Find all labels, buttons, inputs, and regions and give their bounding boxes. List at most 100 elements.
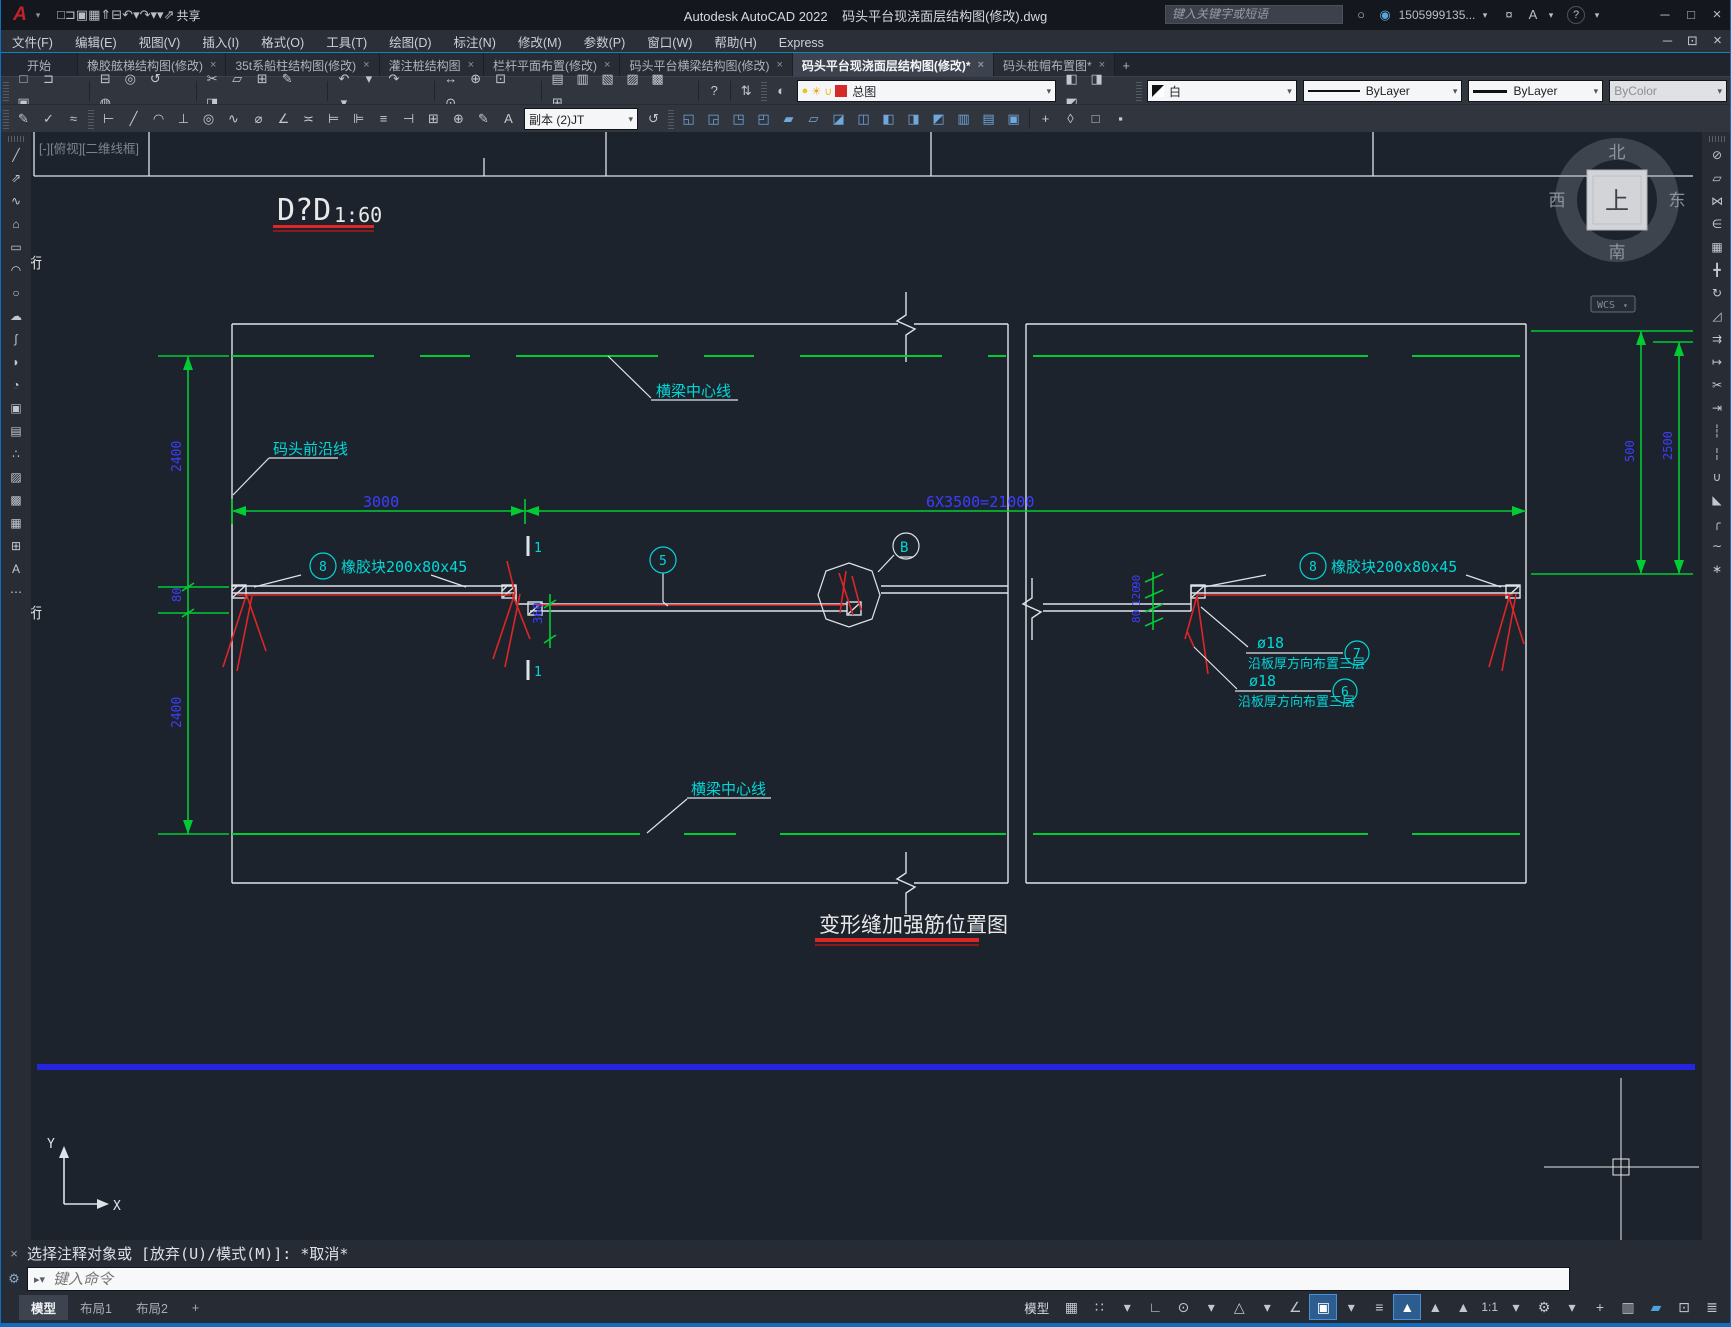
search-input[interactable]: 键入关键字或短语 xyxy=(1165,5,1343,24)
menu-item[interactable]: Express xyxy=(768,36,835,50)
dim-recess[interactable]: 360 xyxy=(531,602,545,624)
zoom-window-icon[interactable]: ⊡ xyxy=(488,67,513,91)
account-icon[interactable]: ◉ xyxy=(1373,0,1397,30)
layer-previous-icon[interactable]: ◨ xyxy=(1084,67,1109,91)
dim-radius-icon[interactable]: ◎ xyxy=(196,107,221,131)
snap-icon[interactable]: ∷ xyxy=(1085,1294,1113,1320)
beam-centerline-label[interactable]: 横梁中心线 xyxy=(656,382,731,400)
layer-on-icon[interactable]: ● xyxy=(802,85,809,97)
scale-icon[interactable]: ◿ xyxy=(1704,305,1730,328)
publish-icon[interactable]: ↺ xyxy=(143,67,168,91)
doc-minimize-button[interactable]: ─ xyxy=(1655,29,1680,53)
wrench-icon[interactable]: ⚙ xyxy=(1,1271,27,1287)
undo-caret-icon[interactable]: ▾ xyxy=(356,67,381,91)
layer-freeze-icon[interactable]: ☀ xyxy=(811,85,821,98)
maximize-button[interactable]: □ xyxy=(1679,0,1703,30)
intersect-icon[interactable]: ◳ xyxy=(726,107,751,131)
array-icon[interactable]: ▦ xyxy=(1704,236,1730,259)
move-icon[interactable]: ╋ xyxy=(1704,259,1730,282)
osnap-caret-icon[interactable]: ▾ xyxy=(1337,1294,1365,1320)
menu-item[interactable]: 文件(F) xyxy=(1,36,64,50)
scale-caret-icon[interactable]: ▾ xyxy=(1502,1294,1530,1320)
autodesk-app-icon[interactable]: A xyxy=(1521,0,1545,30)
check-icon[interactable]: ▣ xyxy=(1001,107,1026,131)
polygon-icon[interactable]: ⌂ xyxy=(3,213,29,236)
polar-tracking-icon[interactable]: ⊙ xyxy=(1169,1294,1197,1320)
lineweight-display-icon[interactable]: ≡ xyxy=(1365,1294,1393,1320)
doc-restore-button[interactable]: ⊡ xyxy=(1680,29,1705,53)
app-logo-icon[interactable]: A xyxy=(7,4,33,26)
object-snap-tracking-icon[interactable]: ∠ xyxy=(1281,1294,1309,1320)
dim-aligned-icon[interactable]: ╱ xyxy=(121,107,146,131)
layout-tab-layout2[interactable]: 布局2 xyxy=(124,1295,180,1320)
layer-match-icon[interactable]: ◧ xyxy=(1059,67,1084,91)
join-icon[interactable]: ∪ xyxy=(1704,466,1730,489)
section-label[interactable]: D?D xyxy=(277,193,331,228)
mirror-icon[interactable]: ⋈ xyxy=(1704,190,1730,213)
new-layout-button[interactable]: + xyxy=(180,1298,211,1318)
sheet-set-icon[interactable]: ▩ xyxy=(645,67,670,91)
undo-icon[interactable]: ↶ xyxy=(122,7,133,22)
clean-icon[interactable]: ◩ xyxy=(926,107,951,131)
clean-screen-icon[interactable]: ⊡ xyxy=(1670,1294,1698,1320)
open-icon[interactable]: ⊐ xyxy=(36,67,61,91)
bubble-5[interactable]: 5 xyxy=(659,554,667,569)
viewcube-north[interactable]: 北 xyxy=(1609,143,1626,163)
search-icon[interactable]: ○ xyxy=(1349,0,1373,30)
zoom-realtime-icon[interactable]: ⊕ xyxy=(463,67,488,91)
separate-icon[interactable]: ▥ xyxy=(951,107,976,131)
menu-item[interactable]: 工具(T) xyxy=(315,36,378,50)
wcs-caret-icon[interactable]: ▾ xyxy=(1623,301,1628,310)
graphics-performance-icon[interactable]: ▰ xyxy=(1642,1294,1670,1320)
dim-angular-icon[interactable]: ∠ xyxy=(271,107,296,131)
revision-cloud-icon[interactable]: ☁ xyxy=(3,305,29,328)
app-store-cart-icon[interactable]: ¤ xyxy=(1497,0,1521,30)
viewcube-south[interactable]: 南 xyxy=(1609,243,1626,263)
note-three-layers[interactable]: 沿板厚方向布置三层 xyxy=(1238,694,1355,710)
imprint-icon[interactable]: ▤ xyxy=(976,107,1001,131)
dim-continue-icon[interactable]: ⊫ xyxy=(346,107,371,131)
isodraft-icon[interactable]: △ xyxy=(1225,1294,1253,1320)
layer-properties-icon[interactable]: ▤ xyxy=(545,67,570,91)
note-three-layers[interactable]: 沿板厚方向布置三层 xyxy=(1248,656,1365,672)
help-icon[interactable]: ? xyxy=(1567,6,1585,24)
minimize-button[interactable]: ─ xyxy=(1653,0,1677,30)
make-block-icon[interactable]: ▤ xyxy=(3,420,29,443)
cut-icon[interactable]: ✂ xyxy=(200,67,225,91)
break-icon[interactable]: ╎ xyxy=(1704,443,1730,466)
pan-icon[interactable]: ↔ xyxy=(438,67,463,91)
drawing-title[interactable]: 变形缝加强筋位置图 xyxy=(819,913,1008,937)
plot-preview-icon[interactable]: ◎ xyxy=(118,67,143,91)
dia18-label[interactable]: ø18 xyxy=(1257,634,1284,652)
grid-icon[interactable]: ▦ xyxy=(1057,1294,1085,1320)
detail-bubble-B[interactable]: B xyxy=(900,540,908,556)
redo-icon[interactable]: ↷ xyxy=(381,67,406,91)
model-space-button[interactable]: 模型 xyxy=(1016,1295,1057,1320)
dim-21000[interactable]: 6X3500=21000 xyxy=(926,493,1034,511)
isolate-objects-icon[interactable]: ▥ xyxy=(1614,1294,1642,1320)
menu-item[interactable]: 插入(I) xyxy=(191,36,250,50)
trim-icon[interactable]: ✂ xyxy=(1704,374,1730,397)
dim-linear-icon[interactable]: ⊢ xyxy=(96,107,121,131)
section-mark-1[interactable]: 1 xyxy=(534,665,542,680)
dim-text-edit-icon[interactable]: A xyxy=(496,107,521,131)
menu-item[interactable]: 格式(O) xyxy=(250,36,315,50)
snap-caret-icon[interactable]: ▾ xyxy=(1113,1294,1141,1320)
close-tab-icon[interactable]: × xyxy=(978,59,984,71)
dim-update-icon[interactable]: ↺ xyxy=(641,107,666,131)
dim-space-icon[interactable]: ≡ xyxy=(371,107,396,131)
menu-item[interactable]: 标注(N) xyxy=(443,36,507,50)
command-prompt-icon[interactable]: ▸▾ xyxy=(28,1273,51,1286)
close-command-icon[interactable]: × xyxy=(1,1246,27,1261)
dim-diameter-icon[interactable]: ⌀ xyxy=(246,107,271,131)
copy-icon[interactable]: ▱ xyxy=(1704,167,1730,190)
properties-palette-icon[interactable]: ▧ xyxy=(595,67,620,91)
viewport-controls[interactable]: [-][俯视][二维线框] xyxy=(39,138,139,157)
annotation-visibility-icon[interactable]: ▲ xyxy=(1393,1294,1422,1320)
paste-icon[interactable]: ⊞ xyxy=(250,67,275,91)
text-scale-icon[interactable]: ≈ xyxy=(61,107,86,131)
dim-right-outer[interactable]: 2500 xyxy=(1661,431,1675,460)
viewcube-east[interactable]: 东 xyxy=(1669,191,1686,211)
view-cube[interactable]: 上 北 西 东 南 WCS ▾ xyxy=(1549,138,1686,313)
annotation-scale-value[interactable]: 1:1 xyxy=(1477,1297,1502,1317)
